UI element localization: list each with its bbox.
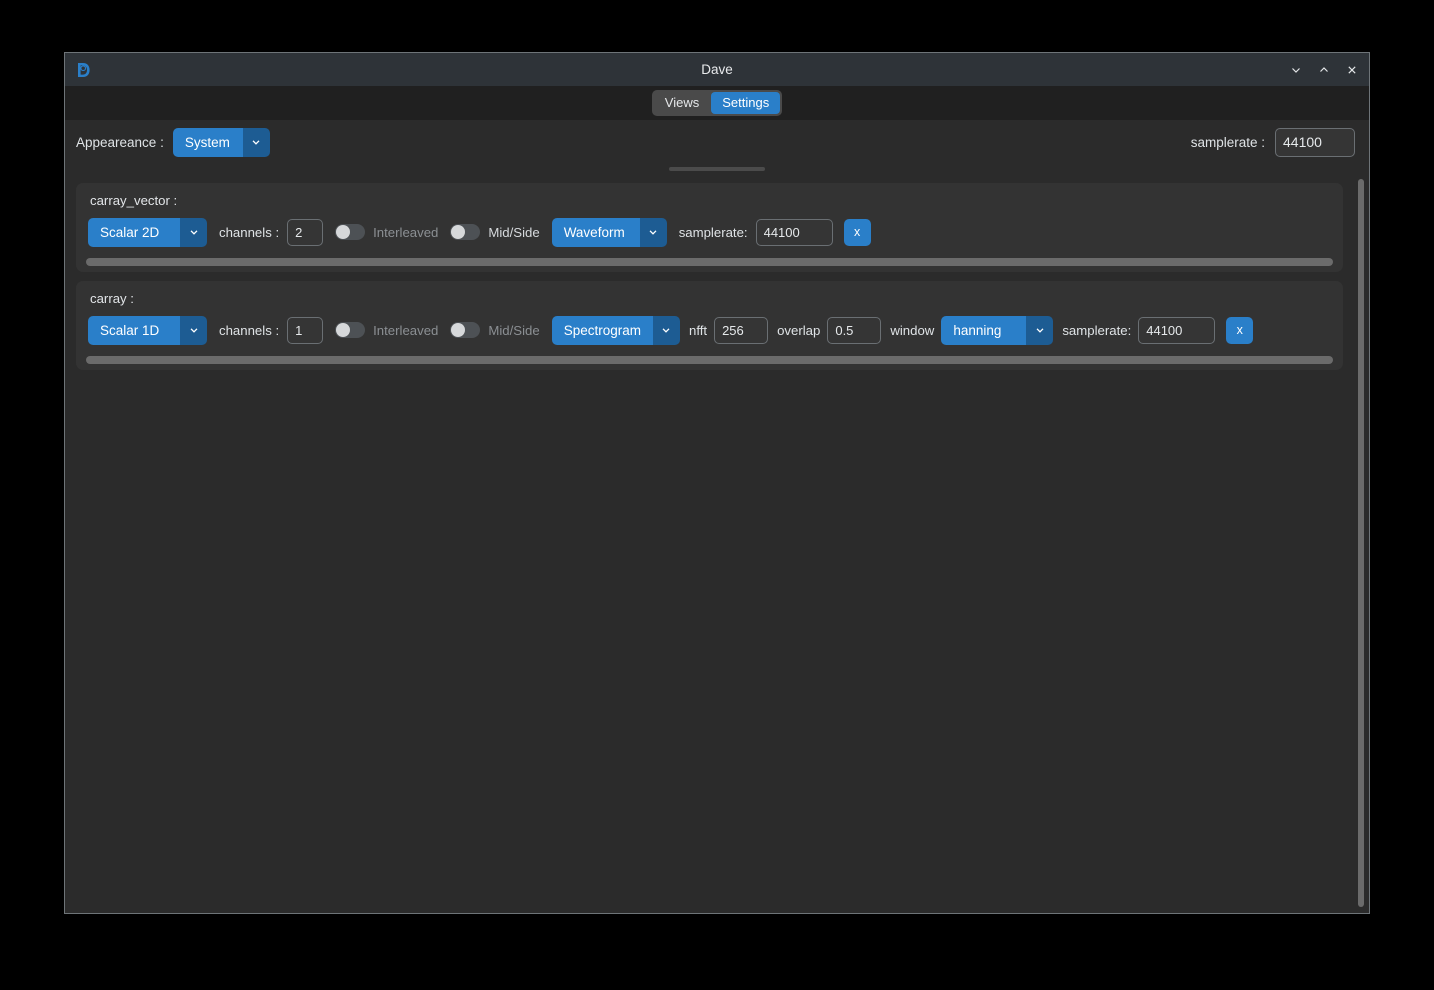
midside-toggle[interactable] (450, 322, 481, 338)
dave-d-logo-icon (73, 59, 95, 81)
splitter[interactable] (65, 164, 1369, 173)
close-icon (1348, 65, 1356, 74)
scrollbar-thumb[interactable] (1358, 179, 1364, 907)
datatype-select[interactable]: Scalar 1D (88, 315, 207, 345)
panels-container: carray_vector : Scalar 2D channels : Int… (65, 173, 1353, 913)
nfft-input[interactable] (714, 316, 769, 344)
appearance-select[interactable]: System (172, 127, 270, 157)
channels-label: channels : (219, 322, 280, 338)
panel-controls-row: Scalar 1D channels : Interleaved M (84, 315, 1335, 345)
window-label: window (890, 322, 935, 338)
samplerate-label: samplerate: (1062, 322, 1132, 338)
header-samplerate-group: samplerate : (1190, 127, 1355, 157)
chevron-down-icon (180, 217, 207, 247)
view-select[interactable]: Waveform (551, 217, 667, 247)
window-title: Dave (701, 62, 733, 77)
tab-settings[interactable]: Settings (711, 92, 781, 114)
chevron-down-icon (242, 127, 270, 157)
panel-carray-vector: carray_vector : Scalar 2D channels : Int… (76, 183, 1343, 272)
panel-carray: carray : Scalar 1D channels : Interleave… (76, 281, 1343, 370)
vertical-scrollbar[interactable] (1353, 173, 1369, 913)
datatype-select[interactable]: Scalar 2D (88, 217, 207, 247)
midside-label: Mid/Side (488, 322, 540, 338)
header-samplerate-input[interactable] (1275, 127, 1355, 157)
scrollbar-thumb[interactable] (86, 258, 1333, 266)
remove-panel-button[interactable]: x (843, 218, 871, 246)
appearance-label: Appeareance : (76, 134, 164, 150)
midside-label: Mid/Side (488, 224, 540, 240)
midside-toggle[interactable] (450, 224, 481, 240)
panel-controls-row: Scalar 2D channels : Interleaved M (84, 217, 1335, 247)
window-function-select-value: hanning (941, 315, 1027, 345)
chevron-down-icon (180, 315, 207, 345)
overlap-label: overlap (777, 322, 821, 338)
scrollbar-thumb[interactable] (86, 356, 1333, 364)
window-function-select[interactable]: hanning (941, 315, 1054, 345)
appearance-select-value: System (172, 127, 243, 157)
remove-panel-button[interactable]: x (1226, 316, 1254, 344)
view-select-value: Spectrogram (551, 315, 653, 345)
panel-title: carray : (90, 291, 134, 306)
toggle-knob (451, 225, 466, 239)
samplerate-input[interactable] (755, 218, 833, 246)
toggle-knob (451, 323, 466, 337)
minimize-button[interactable] (1283, 57, 1309, 83)
chevron-down-icon (639, 217, 667, 247)
interleaved-toggle[interactable] (335, 224, 366, 240)
close-button[interactable] (1339, 57, 1365, 83)
tab-bar: Views Settings (65, 86, 1369, 120)
interleaved-label: Interleaved (373, 224, 439, 240)
view-select[interactable]: Spectrogram (551, 315, 680, 345)
chevron-down-icon (652, 315, 680, 345)
splitter-handle[interactable] (669, 166, 765, 171)
channels-input[interactable] (287, 316, 324, 344)
interleaved-toggle[interactable] (335, 322, 366, 338)
panel-horizontal-scrollbar[interactable] (86, 356, 1333, 364)
chevron-down-icon (1026, 315, 1054, 345)
overlap-input[interactable] (827, 316, 882, 344)
tab-views[interactable]: Views (654, 92, 710, 114)
samplerate-label: samplerate: (678, 224, 748, 240)
channels-label: channels : (219, 224, 280, 240)
header-samplerate-label: samplerate : (1190, 134, 1265, 150)
view-select-value: Waveform (551, 217, 640, 247)
appearance-bar: Appeareance : System samplerate : (65, 120, 1369, 164)
panel-horizontal-scrollbar[interactable] (86, 258, 1333, 266)
panel-title: carray_vector : (90, 193, 178, 208)
settings-scroll-area: carray_vector : Scalar 2D channels : Int… (65, 173, 1369, 913)
datatype-select-value: Scalar 2D (88, 217, 180, 247)
chevron-up-icon (1320, 66, 1328, 72)
samplerate-input[interactable] (1138, 316, 1216, 344)
maximize-button[interactable] (1311, 57, 1337, 83)
toggle-knob (336, 225, 351, 239)
tab-group: Views Settings (651, 90, 783, 116)
datatype-select-value: Scalar 1D (88, 315, 180, 345)
application-window: Dave Views Settings Appeareance: System… (64, 52, 1370, 914)
interleaved-label: Interleaved (373, 322, 439, 338)
channels-input[interactable] (287, 218, 324, 246)
window-controls (1283, 57, 1365, 83)
nfft-label: nfft (688, 322, 708, 338)
toggle-knob (336, 323, 351, 337)
title-bar: Dave (65, 53, 1369, 86)
chevron-down-icon (1292, 67, 1300, 73)
